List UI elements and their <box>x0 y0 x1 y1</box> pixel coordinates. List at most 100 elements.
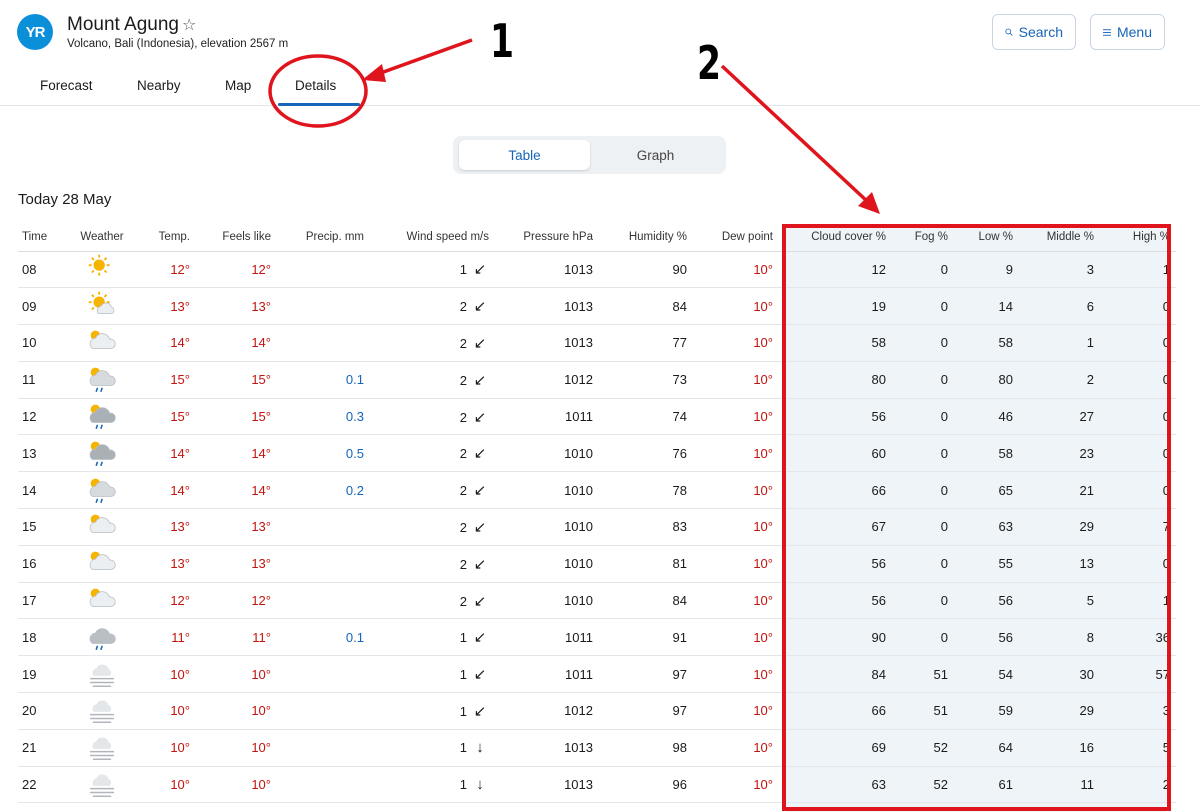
cell-high: 57 <box>1100 655 1176 694</box>
cell-dew: 10° <box>693 766 779 804</box>
cell-humidity: 84 <box>599 582 693 620</box>
search-label: Search <box>1018 24 1063 40</box>
cell-time: 15 <box>18 508 60 546</box>
cell-precip <box>277 582 370 620</box>
cell-wind: 1 ↙ <box>370 655 495 694</box>
wind-speed: 2 <box>459 593 467 609</box>
fog-icon <box>60 692 144 730</box>
table-view-button[interactable]: Table <box>459 140 590 170</box>
cell-dew: 10° <box>693 398 779 436</box>
sun-cloud-icon <box>60 287 144 326</box>
cell-dew: 10° <box>693 324 779 362</box>
wind-speed: 2 <box>459 372 467 388</box>
table-row: 21 10° 10° 1 ↓ 1013 98 10° 69 52 64 16 5 <box>18 729 1176 767</box>
search-button[interactable]: Search <box>992 14 1076 50</box>
cell-feels: 10° <box>196 692 277 730</box>
tab-map[interactable]: Map <box>225 78 251 93</box>
wind-speed: 2 <box>459 556 467 572</box>
cell-high: 2 <box>1100 766 1176 804</box>
cell-cloud: 60 <box>779 434 892 473</box>
cell-time: 11 <box>18 361 60 399</box>
wind-speed: 2 <box>459 409 467 425</box>
cell-humidity: 91 <box>599 618 693 657</box>
arrow-2-head <box>858 192 880 214</box>
cell-fog: 0 <box>892 582 954 620</box>
wind-direction-icon: ↙ <box>473 666 487 684</box>
cell-dew: 10° <box>693 251 779 289</box>
cell-middle: 23 <box>1019 434 1100 473</box>
tab-details[interactable]: Details <box>295 78 336 93</box>
cell-fog: 0 <box>892 508 954 546</box>
table-row: 09 13° 13° 2 ↙ 1013 84 10° 19 0 14 6 0 <box>18 287 1176 326</box>
partly-cloudy-icon <box>60 324 144 362</box>
cell-time: 14 <box>18 471 60 510</box>
col-header-dew-point: Dew point <box>693 224 779 252</box>
cell-fog: 0 <box>892 434 954 473</box>
cell-high: 1 <box>1100 582 1176 620</box>
cell-middle: 8 <box>1019 618 1100 657</box>
col-header-humidity: Humidity % <box>599 224 693 252</box>
star-icon[interactable]: ☆ <box>182 17 196 34</box>
wind-direction-icon: ↙ <box>473 408 487 426</box>
cell-cloud: 69 <box>779 729 892 767</box>
cell-time: 18 <box>18 618 60 657</box>
fog-icon <box>60 655 144 694</box>
cell-humidity: 77 <box>599 324 693 362</box>
cell-middle: 5 <box>1019 582 1100 620</box>
cell-high: 36 <box>1100 618 1176 657</box>
wind-speed: 2 <box>459 335 467 351</box>
fog-icon <box>60 766 144 804</box>
cell-precip: 0.5 <box>277 434 370 473</box>
cell-wind: 1 ↙ <box>370 692 495 730</box>
cell-wind: 2 ↙ <box>370 471 495 510</box>
table-header-row: Time Weather Temp. Feels like Precip. mm… <box>18 224 1176 252</box>
graph-view-button[interactable]: Graph <box>590 140 721 170</box>
cell-temp: 12° <box>144 582 196 620</box>
active-tab-indicator <box>278 103 360 106</box>
cell-wind: 1 ↓ <box>370 766 495 804</box>
cell-feels: 13° <box>196 508 277 546</box>
wind-speed: 2 <box>459 519 467 535</box>
cell-fog: 0 <box>892 618 954 657</box>
yr-logo[interactable]: YR <box>17 14 53 50</box>
cell-pressure: 1010 <box>495 471 599 510</box>
cell-temp: 13° <box>144 545 196 583</box>
cell-pressure: 1011 <box>495 618 599 657</box>
cell-feels: 15° <box>196 361 277 399</box>
col-header-low: Low % <box>954 224 1019 252</box>
cell-precip <box>277 692 370 730</box>
wind-speed: 1 <box>459 667 467 683</box>
wind-direction-icon: ↙ <box>473 629 487 647</box>
cell-fog: 0 <box>892 324 954 362</box>
tab-forecast[interactable]: Forecast <box>40 78 93 93</box>
cell-humidity: 76 <box>599 434 693 473</box>
partly-cloudy-icon <box>60 545 144 583</box>
cell-fog: 0 <box>892 545 954 583</box>
cell-low: 59 <box>954 692 1019 730</box>
sun-icon <box>60 251 144 289</box>
col-header-pressure: Pressure hPa <box>495 224 599 252</box>
cell-cloud: 66 <box>779 692 892 730</box>
tab-nearby[interactable]: Nearby <box>137 78 181 93</box>
cell-time: 12 <box>18 398 60 436</box>
cell-time: 13 <box>18 434 60 473</box>
cell-time: 09 <box>18 287 60 326</box>
table-row: 17 12° 12° 2 ↙ 1010 84 10° 56 0 56 5 1 <box>18 582 1176 620</box>
cell-cloud: 56 <box>779 398 892 436</box>
cell-dew: 10° <box>693 545 779 583</box>
cell-dew: 10° <box>693 582 779 620</box>
view-toggle: Table Graph <box>453 136 726 174</box>
menu-button[interactable]: Menu <box>1090 14 1165 50</box>
wind-direction-icon: ↙ <box>473 702 487 720</box>
cell-precip: 0.3 <box>277 398 370 436</box>
cell-dew: 10° <box>693 655 779 694</box>
cell-time: 19 <box>18 655 60 694</box>
location-subtitle: Volcano, Bali (Indonesia), elevation 256… <box>67 38 289 50</box>
cell-temp: 13° <box>144 508 196 546</box>
cell-wind: 2 ↙ <box>370 361 495 399</box>
cell-fog: 52 <box>892 766 954 804</box>
cell-cloud: 12 <box>779 251 892 289</box>
cell-humidity: 96 <box>599 766 693 804</box>
wind-direction-icon: ↓ <box>476 739 484 757</box>
wind-direction-icon: ↙ <box>473 261 487 279</box>
